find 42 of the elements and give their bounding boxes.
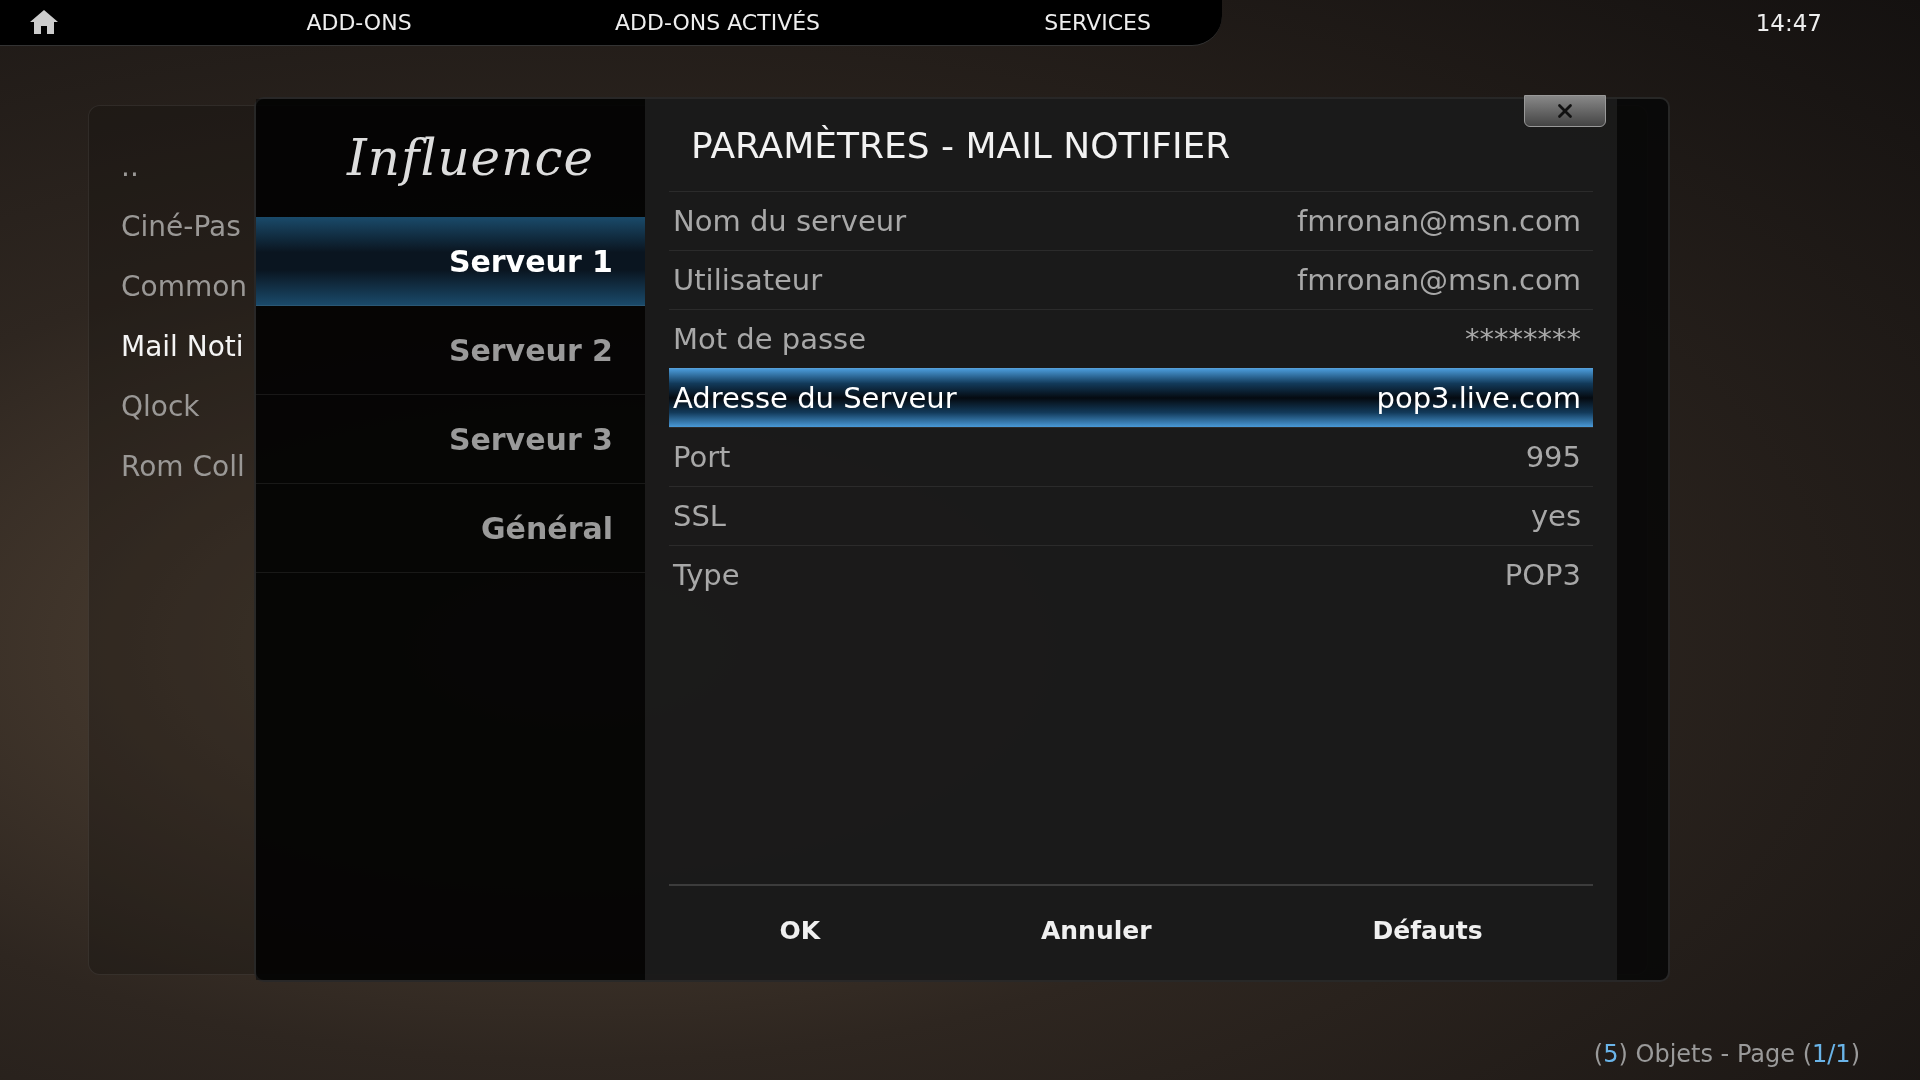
setting-row[interactable]: Nom du serveur fmronan@msn.com [669,191,1593,250]
setting-value: POP3 [1504,558,1581,592]
top-menu-item[interactable]: ADD-ONS [256,9,462,35]
addon-list-item[interactable]: .. [121,149,139,183]
dialog-title: PARAMÈTRES - MAIL NOTIFIER [691,123,1231,168]
close-button[interactable] [1524,95,1606,127]
setting-label: Port [673,440,731,474]
setting-value: yes [1530,499,1581,533]
setting-value: fmronan@msn.com [1297,263,1581,297]
logo: Influence [345,128,595,189]
setting-label: Type [673,558,740,592]
dialog-button[interactable]: Annuler [1010,905,1182,955]
category-tab[interactable]: Général [256,484,645,573]
page-status: (5) Objets - Page (1/1) [1593,1040,1860,1068]
setting-row[interactable]: Type POP3 [669,545,1593,604]
addon-list-item[interactable]: Common [121,269,248,303]
dialog-button[interactable]: Défauts [1342,905,1513,955]
setting-value: ******** [1465,322,1581,356]
setting-value: pop3.live.com [1376,381,1581,415]
setting-row[interactable]: Utilisateur fmronan@msn.com [669,250,1593,309]
home-icon[interactable] [29,9,60,35]
setting-value: fmronan@msn.com [1297,204,1581,238]
category-tab[interactable]: Serveur 2 [256,306,645,395]
addon-list-item[interactable]: Ciné-Pas [121,209,241,243]
dialog-button[interactable]: OK [749,905,851,955]
category-tab[interactable]: Serveur 3 [256,395,645,484]
clock: 14:47 [1755,9,1822,36]
addon-list-item[interactable]: Mail Noti [121,329,244,363]
setting-label: Utilisateur [673,263,823,297]
top-menu-item[interactable]: SERVICES [973,9,1222,35]
setting-value: 995 [1525,440,1581,474]
setting-row[interactable]: Adresse du Serveur pop3.live.com [669,368,1593,427]
top-menu-item[interactable]: ADD-ONS ACTIVÉS [461,9,974,35]
addon-list-item[interactable]: Qlock [121,389,200,423]
setting-label: SSL [673,499,726,533]
setting-label: Nom du serveur [673,204,907,238]
addon-list-item[interactable]: Rom Coll [121,449,245,483]
category-tab[interactable]: Serveur 1 [256,217,645,306]
setting-label: Mot de passe [673,322,867,356]
setting-row[interactable]: SSL yes [669,486,1593,545]
setting-label: Adresse du Serveur [673,381,957,415]
setting-row[interactable]: Port 995 [669,427,1593,486]
